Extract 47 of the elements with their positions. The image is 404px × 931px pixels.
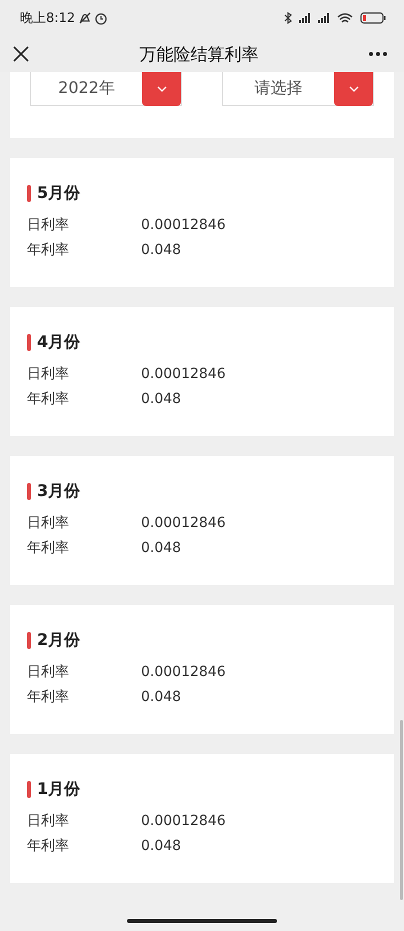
rate-label: 日利率 <box>27 514 70 532</box>
signal-icon <box>318 11 330 25</box>
close-icon[interactable] <box>12 45 30 63</box>
rate-value: 0.00012846 <box>141 664 226 680</box>
accent-bar <box>27 334 31 351</box>
bluetooth-icon <box>284 11 292 25</box>
rate-value: 0.048 <box>141 242 182 258</box>
accent-bar <box>27 632 31 649</box>
rate-label: 年利率 <box>27 836 70 854</box>
mute-icon <box>79 11 92 25</box>
signal-icon <box>299 11 311 25</box>
select-field[interactable]: 请选择 <box>222 72 374 106</box>
status-time: 晚上8:12 <box>20 10 76 27</box>
month-title: 2月份 <box>37 630 80 651</box>
rate-label: 年利率 <box>27 240 70 258</box>
rate-label: 日利率 <box>27 364 70 382</box>
month-title: 5月份 <box>37 183 80 204</box>
rate-label: 年利率 <box>27 390 70 408</box>
month-title: 1月份 <box>37 779 80 800</box>
select-field[interactable]: 2022年 <box>30 72 182 106</box>
wifi-icon <box>337 11 353 25</box>
rate-label: 日利率 <box>27 216 70 234</box>
month-title: 4月份 <box>37 332 80 353</box>
dropdown-button[interactable] <box>142 72 181 106</box>
accent-bar <box>27 781 31 798</box>
rate-value: 0.00012846 <box>141 216 226 232</box>
page-title: 万能险结算利率 <box>140 44 258 66</box>
more-icon[interactable] <box>368 51 388 57</box>
rate-value: 0.00012846 <box>141 366 226 382</box>
rate-value: 0.00012846 <box>141 812 226 828</box>
rate-label: 日利率 <box>27 662 70 680</box>
rate-value: 0.048 <box>141 688 182 704</box>
battery-icon <box>360 11 386 25</box>
accent-bar <box>27 483 31 500</box>
rate-value: 0.048 <box>141 838 182 854</box>
chevron-down-icon <box>348 86 358 92</box>
month-title: 3月份 <box>37 481 80 502</box>
rate-value: 0.048 <box>141 390 182 406</box>
rate-value: 0.00012846 <box>141 514 226 530</box>
rate-value: 0.048 <box>141 540 182 556</box>
rate-label: 日利率 <box>27 812 70 830</box>
chevron-down-icon <box>156 86 166 92</box>
rate-label: 年利率 <box>27 688 70 706</box>
rate-label: 年利率 <box>27 538 70 556</box>
accent-bar <box>27 185 31 202</box>
dropdown-button[interactable] <box>334 72 373 106</box>
alarm-icon <box>95 11 108 25</box>
